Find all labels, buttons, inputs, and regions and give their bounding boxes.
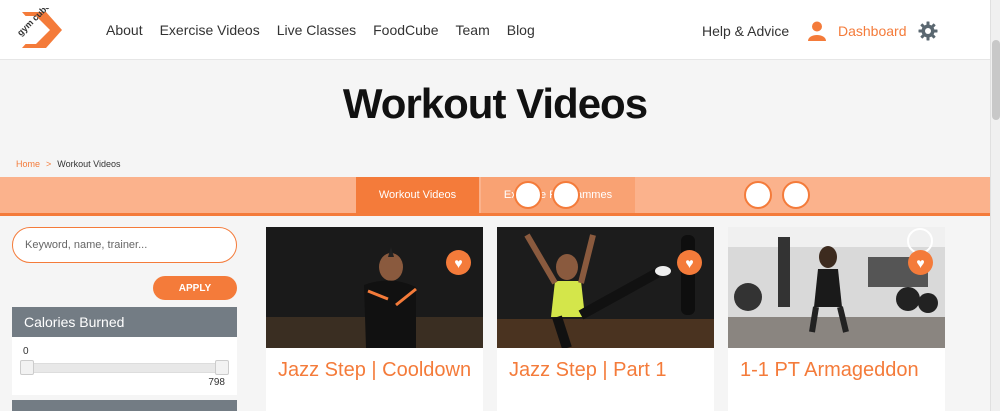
next-filter-header[interactable] xyxy=(12,400,237,411)
user-icon xyxy=(808,21,826,41)
card-stat-circle xyxy=(782,181,810,209)
page-scrollbar[interactable] xyxy=(990,0,1000,411)
breadcrumb-separator: > xyxy=(46,159,52,169)
card-stat-circle xyxy=(514,181,542,209)
site-header: gym cube About Exercise Videos Live Clas… xyxy=(0,0,990,60)
video-card[interactable]: ♥ Jazz Step | Cooldown xyxy=(266,227,483,411)
range-min-label: 0 xyxy=(23,346,29,357)
page-title: Workout Videos xyxy=(342,80,648,127)
favourite-heart-icon[interactable]: ♥ xyxy=(908,250,933,275)
calories-slider-track[interactable] xyxy=(26,363,222,373)
range-max-label: 798 xyxy=(208,377,225,388)
page: gym cube About Exercise Videos Live Clas… xyxy=(0,0,1000,411)
gear-icon[interactable] xyxy=(918,21,938,41)
video-card[interactable]: ♥ Jazz Step | Part 1 xyxy=(497,227,714,411)
card-stat-circle xyxy=(552,181,580,209)
breadcrumb-home[interactable]: Home xyxy=(16,159,40,169)
search-input[interactable] xyxy=(12,227,237,263)
gymcube-logo[interactable]: gym cube xyxy=(16,8,68,52)
nav-exercise-videos[interactable]: Exercise Videos xyxy=(160,22,260,38)
tab-underline xyxy=(0,213,990,216)
card-title[interactable]: Jazz Step | Part 1 xyxy=(509,359,709,382)
tab-workout-videos[interactable]: Workout Videos xyxy=(356,177,479,213)
breadcrumb: Home > Workout Videos xyxy=(16,159,120,169)
video-card[interactable]: ♥ 1-1 PT Armageddon xyxy=(728,227,945,411)
help-advice-link[interactable]: Help & Advice xyxy=(702,23,789,39)
slider-min-handle[interactable] xyxy=(20,360,34,375)
apply-button[interactable]: APPLY xyxy=(153,276,237,300)
card-title[interactable]: 1-1 PT Armageddon xyxy=(740,359,940,382)
favourite-heart-icon[interactable]: ♥ xyxy=(446,250,471,275)
card-title[interactable]: Jazz Step | Cooldown xyxy=(278,359,478,382)
breadcrumb-current: Workout Videos xyxy=(57,159,121,169)
nav-foodcube[interactable]: FoodCube xyxy=(373,22,438,38)
nav-about[interactable]: About xyxy=(106,22,143,38)
slider-max-handle[interactable] xyxy=(215,360,229,375)
favourite-heart-icon[interactable]: ♥ xyxy=(677,250,702,275)
calories-filter-body: 0 798 xyxy=(12,337,237,395)
video-thumbnail[interactable] xyxy=(728,227,945,348)
dashboard-link[interactable]: Dashboard xyxy=(808,18,907,44)
video-thumbnail[interactable] xyxy=(266,227,483,348)
scrollbar-thumb[interactable] xyxy=(992,40,1000,120)
video-thumbnail[interactable] xyxy=(497,227,714,348)
dashboard-label: Dashboard xyxy=(838,23,907,39)
nav-live-classes[interactable]: Live Classes xyxy=(277,22,356,38)
nav-team[interactable]: Team xyxy=(456,22,490,38)
nav-blog[interactable]: Blog xyxy=(507,22,535,38)
calories-filter-header[interactable]: Calories Burned xyxy=(12,307,237,337)
main-nav: About Exercise Videos Live Classes FoodC… xyxy=(106,0,552,60)
card-stat-circle xyxy=(744,181,772,209)
